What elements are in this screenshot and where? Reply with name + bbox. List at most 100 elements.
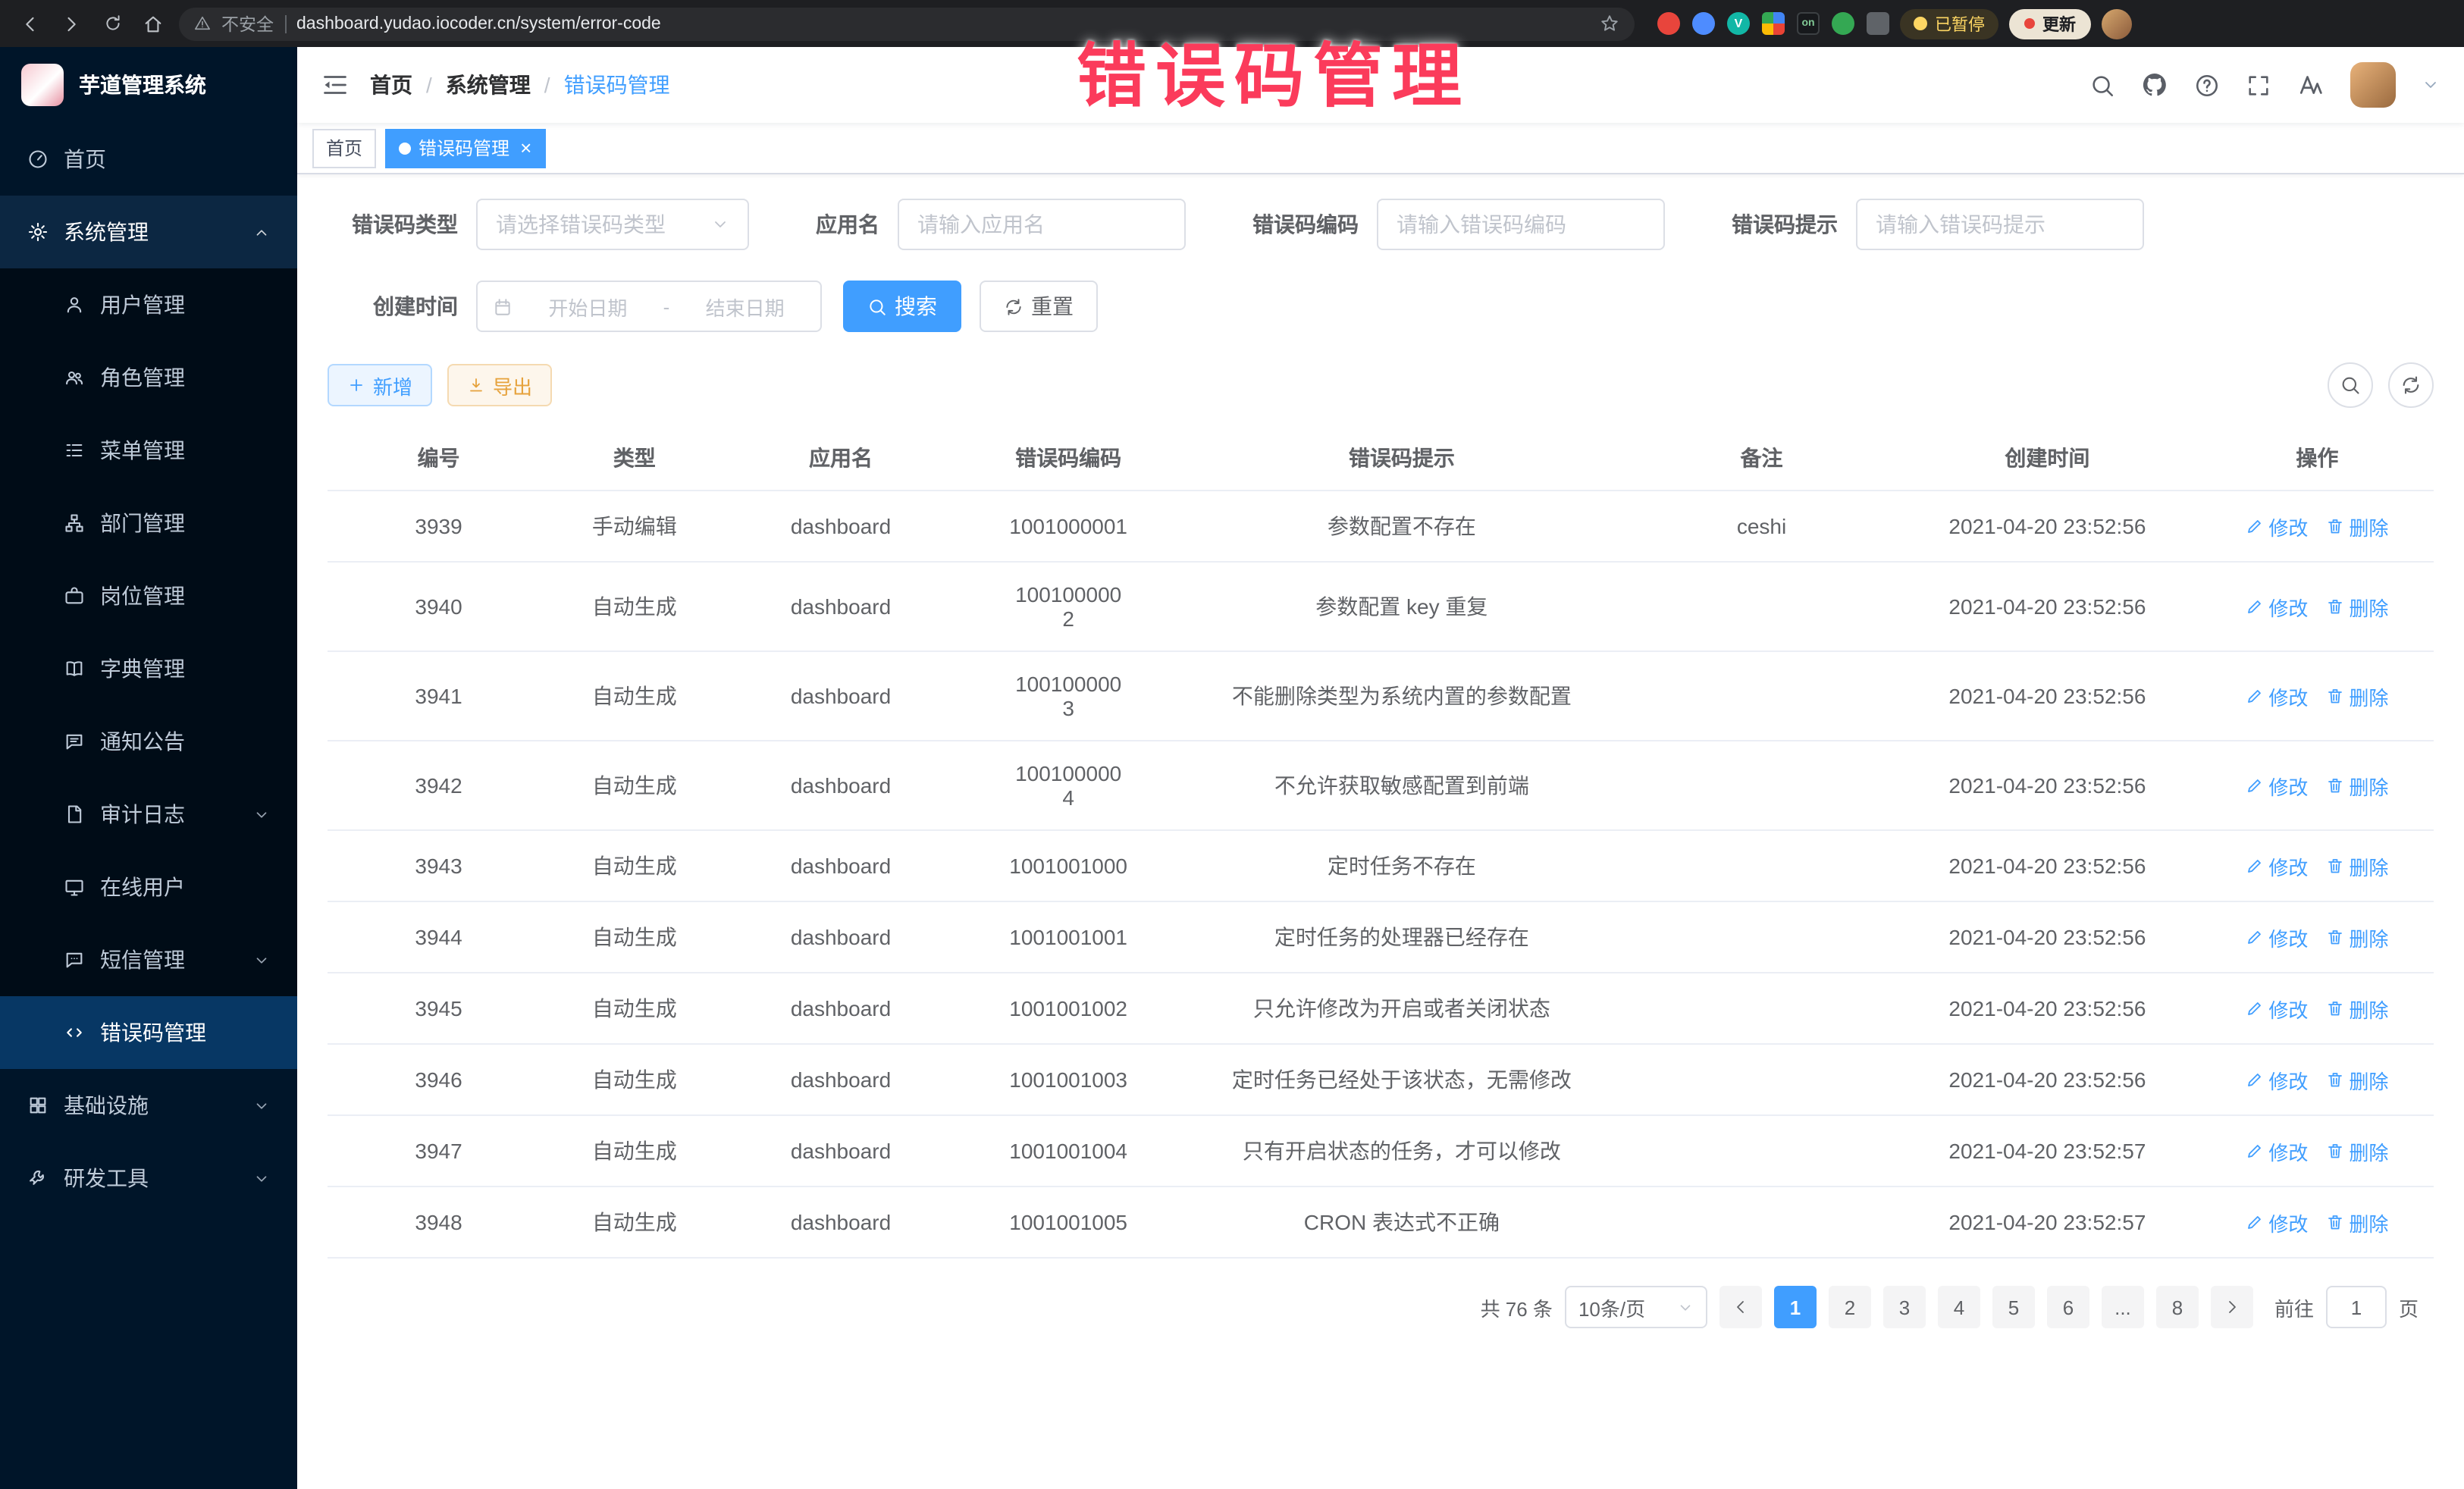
edit-link[interactable]: 修改 [2246,592,2308,621]
browser-update-button[interactable]: 更新 [2009,8,2091,39]
delete-link[interactable]: 删除 [2326,851,2388,880]
calendar-icon [493,296,513,316]
delete-link[interactable]: 删除 [2326,994,2388,1023]
range-separator: - [663,295,670,318]
paused-badge[interactable]: 已暂停 [1900,8,1998,39]
sidebar-item-错误码管理[interactable]: 错误码管理 [0,996,297,1069]
edit-link[interactable]: 修改 [2246,1136,2308,1165]
edit-link[interactable]: 修改 [2246,1065,2308,1094]
component-icon [27,1095,49,1116]
address-bar[interactable]: 不安全 dashboard.yudao.iocoder.cn/system/er… [179,7,1635,40]
teal-v-icon[interactable]: V [1727,12,1750,35]
browser-reload-icon[interactable] [97,8,127,39]
page-button-1[interactable]: 1 [1774,1286,1817,1328]
sidebar-item-岗位管理[interactable]: 岗位管理 [0,560,297,632]
tag-close-icon[interactable]: × [520,138,531,158]
sidebar-item-角色管理[interactable]: 角色管理 [0,341,297,414]
search-icon[interactable] [2089,72,2115,98]
fullscreen-icon[interactable] [2246,72,2271,98]
reset-button[interactable]: 重置 [980,281,1098,332]
chevron-down-icon [711,215,729,234]
breadcrumb-item-系统管理[interactable]: 系统管理 [446,70,531,100]
delete-link[interactable]: 删除 [2326,771,2388,800]
edit-link[interactable]: 修改 [2246,851,2308,880]
green-circle-icon[interactable] [1832,12,1854,35]
search-button[interactable]: 搜索 [843,281,961,332]
user-icon [64,294,85,315]
breadcrumb-item-首页[interactable]: 首页 [370,70,412,100]
page-button-4[interactable]: 4 [1938,1286,1980,1328]
bookmark-star-icon[interactable] [1600,14,1619,33]
sidebar-item-短信管理[interactable]: 短信管理 [0,923,297,996]
delete-link[interactable]: 删除 [2326,1136,2388,1165]
page-button-6[interactable]: 6 [2047,1286,2089,1328]
question-icon [2194,72,2220,98]
help-icon[interactable] [2194,72,2220,98]
sidebar-item-研发工具[interactable]: 研发工具 [0,1142,297,1215]
sidebar-item-字典管理[interactable]: 字典管理 [0,632,297,705]
sidebar-item-菜单管理[interactable]: 菜单管理 [0,414,297,487]
prev-page-button[interactable] [1719,1286,1762,1328]
error-type-select[interactable]: 请选择错误码类型 [476,199,749,250]
on-badge-icon[interactable]: on [1797,12,1820,35]
export-button[interactable]: 导出 [447,364,552,406]
tag-错误码管理[interactable]: 错误码管理× [385,128,545,168]
refresh-table-button[interactable] [2388,362,2434,408]
chevron-down-icon[interactable] [2422,76,2440,94]
sidebar-collapse-icon[interactable] [321,71,349,99]
delete-link[interactable]: 删除 [2326,592,2388,621]
toggle-search-button[interactable] [2328,362,2373,408]
create-time-range[interactable]: 开始日期 - 结束日期 [476,281,822,332]
next-page-button[interactable] [2211,1286,2253,1328]
page-more-button[interactable]: ... [2102,1286,2144,1328]
chevron-down-icon [1677,1299,1694,1315]
sidebar-item-通知公告[interactable]: 通知公告 [0,705,297,778]
browser-back-icon[interactable] [15,8,45,39]
page-button-2[interactable]: 2 [1829,1286,1871,1328]
delete-link[interactable]: 删除 [2326,923,2388,951]
sidebar-item-用户管理[interactable]: 用户管理 [0,268,297,341]
error-hint-input[interactable] [1856,199,2144,250]
page-size-select[interactable]: 10条/页 [1565,1286,1707,1328]
sidebar-item-系统管理[interactable]: 系统管理 [0,196,297,268]
edit-link[interactable]: 修改 [2246,923,2308,951]
page-button-8[interactable]: 8 [2156,1286,2199,1328]
sidebar-item-在线用户[interactable]: 在线用户 [0,851,297,923]
browser-home-icon[interactable] [138,8,168,39]
sidebar-item-部门管理[interactable]: 部门管理 [0,487,297,560]
puzzle-icon[interactable] [1867,12,1889,35]
edit-link[interactable]: 修改 [2246,771,2308,800]
app-cell: dashboard [719,491,963,562]
delete-link[interactable]: 删除 [2326,682,2388,710]
edit-link[interactable]: 修改 [2246,994,2308,1023]
app-name-input[interactable] [898,199,1186,250]
delete-link[interactable]: 删除 [2326,1208,2388,1237]
app-logo-row[interactable]: 芋道管理系统 [0,47,297,123]
blue-drop-icon[interactable] [1692,12,1715,35]
edit-link[interactable]: 修改 [2246,512,2308,541]
github-icon[interactable] [2141,71,2168,99]
color-grid-icon[interactable] [1762,12,1785,35]
font-size-icon[interactable] [2297,71,2324,99]
page-button-5[interactable]: 5 [1992,1286,2035,1328]
goto-page-input[interactable] [2326,1286,2387,1328]
add-button[interactable]: 新增 [328,364,432,406]
github-icon [2141,71,2168,99]
tag-首页[interactable]: 首页 [312,128,376,168]
app-cell: dashboard [719,741,963,830]
edit-link[interactable]: 修改 [2246,682,2308,710]
sidebar-item-基础设施[interactable]: 基础设施 [0,1069,297,1142]
delete-link[interactable]: 删除 [2326,512,2388,541]
user-avatar[interactable] [2350,62,2396,108]
browser-profile-avatar[interactable] [2102,8,2132,39]
error-code-input[interactable] [1377,199,1665,250]
red-circle-icon[interactable] [1657,12,1680,35]
sidebar-item-首页[interactable]: 首页 [0,123,297,196]
page-button-3[interactable]: 3 [1883,1286,1926,1328]
sidebar-item-审计日志[interactable]: 审计日志 [0,778,297,851]
chevron-down-icon [253,1097,270,1114]
chat-icon [64,949,85,970]
delete-link[interactable]: 删除 [2326,1065,2388,1094]
browser-forward-icon[interactable] [56,8,86,39]
edit-link[interactable]: 修改 [2246,1208,2308,1237]
